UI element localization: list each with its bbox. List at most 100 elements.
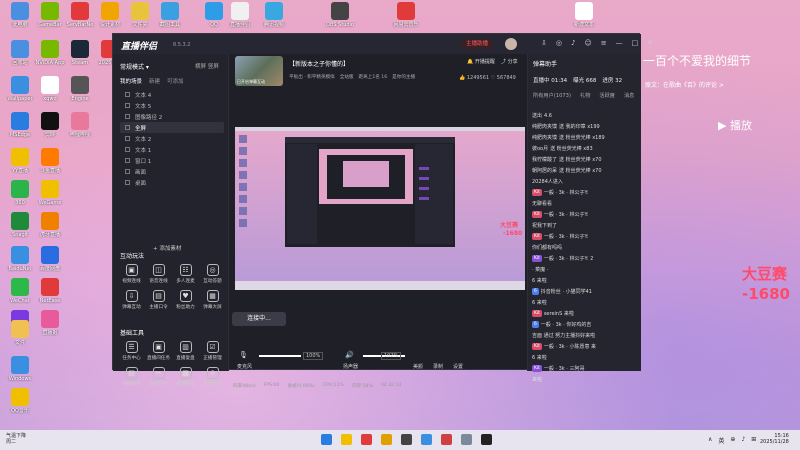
mode-selector[interactable]: 常规模式 ▾ [120, 62, 149, 71]
source-item[interactable]: 文本 1 [120, 144, 224, 155]
chat-message[interactable]: 6 一般 · 3k · 你好鸡的吉 [532, 319, 640, 330]
source-item[interactable]: 画面 [120, 166, 224, 177]
taskbar-app-icon[interactable] [421, 434, 432, 445]
desktop-icon[interactable]: 百度网盘 [32, 246, 68, 272]
mic-icon[interactable]: 🎙 [239, 351, 248, 359]
tool-button[interactable]: ☷ 多人连麦 [172, 264, 199, 284]
mic-percent[interactable]: 100% [303, 352, 324, 360]
desktop-icon[interactable]: Windows [2, 356, 38, 382]
source-visibility-checkbox[interactable] [125, 92, 130, 97]
desktop-icon[interactable]: 直播伴侣 [222, 2, 258, 28]
chat-message[interactable]: 20284人进入 [532, 176, 640, 187]
chat-message[interactable]: Kit 一般 · 3k · 林公子Y: [532, 209, 640, 220]
stream-title[interactable]: 【新版本之子你懂的】 [289, 59, 349, 68]
chat-message[interactable]: Kit 一般 · 3k · 小陈愿意 来 [532, 341, 640, 352]
tool-button[interactable]: ♥ 粉丝助力 [172, 290, 199, 310]
tool-button[interactable]: ▤ 主播口令 [145, 290, 172, 310]
chat-message[interactable]: 朝阿居的呆送 粉丝荧光棒 x70 [532, 165, 640, 176]
chat-message[interactable]: 纯肥肉夹馍送 我的印章 x199 [532, 121, 640, 132]
scene-tab-0[interactable]: 我的场景 [120, 77, 142, 85]
source-item[interactable]: 全屏 [120, 122, 224, 133]
chat-message[interactable]: 来啦 [532, 374, 640, 385]
source-item[interactable]: 图像路径 2 [120, 111, 224, 122]
source-item[interactable]: 文本 2 [120, 133, 224, 144]
chat-message-list[interactable]: 送出 4.6 纯肥肉夹馍送 我的印章 x199 纯肥肉夹馍送 粉丝荧光棒 x189 彼o… [532, 110, 640, 385]
taskbar-app-icon[interactable] [461, 434, 472, 445]
source-visibility-checkbox[interactable] [125, 180, 130, 185]
tool-button[interactable]: ▤ 弹幕助手 [118, 367, 145, 387]
taskbar-app-icon[interactable] [361, 434, 372, 445]
taskbar-app-icon[interactable] [341, 434, 352, 445]
chat-message[interactable]: Kit sereinS 来啦 [532, 308, 640, 319]
add-source-button[interactable]: + 添加素材 [153, 244, 181, 252]
tool-button[interactable]: ✂ 截帧分享 [145, 367, 172, 387]
live-status-button[interactable]: 主播助播 [461, 39, 494, 49]
desktop-icon[interactable]: 网易云音乐 [388, 2, 424, 28]
window-icon-3-icon[interactable]: ☺ [584, 39, 591, 47]
chat-message[interactable]: 你们都有吗吗 [532, 242, 640, 253]
tool-button[interactable]: ▣ 直播间任务 [145, 341, 172, 361]
lyric-source[interactable]: 原文：在歌曲《百》的评论 > [645, 80, 724, 89]
source-visibility-checkbox[interactable] [125, 169, 130, 174]
taskbar-app-icon[interactable] [481, 434, 492, 445]
scene-tab-2[interactable]: 可添加 [167, 77, 184, 85]
chat-message[interactable]: 纯肥肉夹馍送 粉丝荧光棒 x189 [532, 132, 640, 143]
orientation-toggle[interactable]: 横屏 竖屏 [195, 62, 219, 70]
window-icon-6-icon[interactable]: □ [632, 39, 639, 47]
chat-tab[interactable]: 礼物 [580, 92, 590, 99]
speaker-icon[interactable]: 🔊 [345, 351, 354, 359]
window-icon-1-icon[interactable]: ◎ [556, 39, 562, 47]
desktop-icon[interactable]: OBS Studio [322, 2, 358, 28]
source-visibility-checkbox[interactable] [125, 158, 130, 163]
source-item[interactable]: 桌面 [120, 177, 224, 188]
source-visibility-checkbox[interactable] [125, 147, 130, 152]
window-icon-5-icon[interactable]: — [616, 39, 623, 47]
source-visibility-checkbox[interactable] [125, 114, 130, 119]
tool-button[interactable]: ▥ 直播复盘 [172, 341, 199, 361]
source-item[interactable]: 窗口 1 [120, 155, 224, 166]
chat-message[interactable]: 彼oo月送 粉丝荧光棒 x83 [532, 143, 640, 154]
chat-message[interactable]: 无聊看看 [532, 198, 640, 209]
tool-button[interactable]: ⇩ 弹幕互动 [118, 290, 145, 310]
chat-tab[interactable]: 消息 [624, 92, 634, 99]
window-icon-0-icon[interactable]: ⇩ [541, 39, 547, 47]
window-icon-4-icon[interactable]: ≡ [601, 39, 607, 47]
stream-preview[interactable]: 大豆赛 -1680 [235, 127, 525, 290]
source-visibility-checkbox[interactable] [125, 125, 130, 130]
weather-widget[interactable]: 气温下降 周二 [6, 433, 26, 445]
chat-message[interactable]: 6 抖音粉丝 · 小猫同学41 [532, 286, 640, 297]
tray-icon[interactable]: ♪ [741, 436, 745, 445]
mic-volume-slider[interactable] [259, 355, 301, 357]
desktop-icon[interactable]: 哔哩哔哩 [62, 112, 98, 138]
tray-icon[interactable]: ∧ [708, 436, 712, 445]
tray-icon[interactable]: 英 [718, 436, 724, 445]
taskbar-app-icon[interactable] [381, 434, 392, 445]
taskbar-app-icon[interactable] [441, 434, 452, 445]
desktop-icon[interactable]: 虎牙直播 [32, 212, 68, 238]
chat-message[interactable]: 6 来啦 [532, 352, 640, 363]
source-item[interactable]: 文本 4 [120, 89, 224, 100]
desktop-icon[interactable]: 文件 [2, 320, 38, 346]
window-icon-7-icon[interactable]: ✕ [647, 39, 653, 47]
chat-message[interactable]: Kit 一般 · 3k · 林公子Y: [532, 187, 640, 198]
chat-message[interactable]: 我柠檬酸了送 粉丝荧光棒 x70 [532, 154, 640, 165]
desktop-icon[interactable]: WeGame [32, 180, 68, 206]
desktop-icon[interactable]: Engine [62, 76, 98, 102]
title-bar[interactable]: 直播伴侣 8.5.3.2 主播助播 ⇩ ◎ ♪ ☺ ≡ — □ ✕ [113, 34, 653, 54]
settings-button[interactable]: 设置 [453, 363, 463, 370]
tool-button[interactable]: ◫ 语音连线 [145, 264, 172, 284]
tool-button[interactable]: ☑ 正播管理 [199, 341, 226, 361]
desktop-icon[interactable]: 斗鱼直播 [32, 148, 68, 174]
tool-button[interactable]: ☰ 任务中心 [118, 341, 145, 361]
chat-tab[interactable]: 所有用户(1073) [533, 92, 571, 99]
desktop-icon[interactable]: 截图工具 [152, 2, 188, 28]
share-button[interactable]: ⤴ 分享 [501, 58, 518, 65]
chat-tab[interactable]: 活跃度 [599, 92, 615, 99]
source-item[interactable]: 文本 5 [120, 100, 224, 111]
user-avatar[interactable] [505, 38, 517, 50]
live-reminder-button[interactable]: 🔔 开播提醒 [467, 58, 495, 65]
desktop-icon[interactable]: 腾讯视频 [256, 2, 292, 28]
go-live-button[interactable]: 连接中... [232, 312, 286, 326]
beauty-button[interactable]: 美颜 [413, 363, 423, 370]
chat-message[interactable]: 6 来啦 [532, 275, 640, 286]
